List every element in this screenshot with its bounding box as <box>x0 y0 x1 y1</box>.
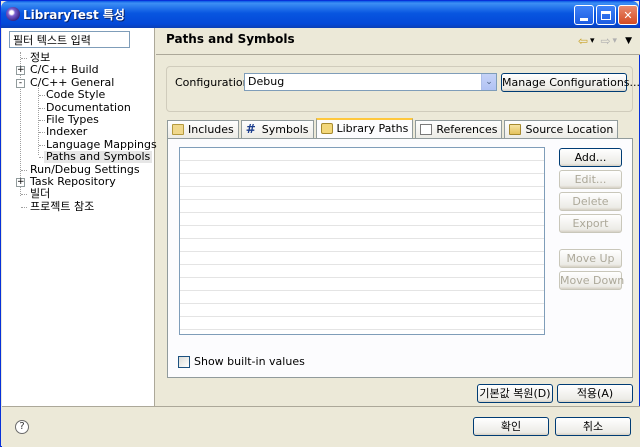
page-title: Paths and Symbols <box>166 32 295 46</box>
tree-item-label: Documentation <box>46 100 131 114</box>
minimize-icon <box>580 17 588 21</box>
tab-label: Source Location <box>525 123 614 136</box>
tab-library-paths[interactable]: Library Paths <box>315 118 414 138</box>
show-builtin-checkbox[interactable] <box>178 355 190 368</box>
tab-label: References <box>436 123 498 136</box>
restore-defaults-button[interactable]: 기본값 복원(D) <box>477 384 553 403</box>
close-icon: ✕ <box>623 8 633 22</box>
tree-item-label: Run/Debug Settings <box>30 162 140 176</box>
page-navigation: ⇦ ▾ ⇨ ▾ ▼ <box>578 34 632 48</box>
delete-button[interactable]: Delete <box>559 192 622 211</box>
tab-label: Symbols <box>261 123 309 136</box>
collapse-minus-icon[interactable]: - <box>16 78 25 88</box>
library-icon <box>320 123 333 134</box>
minimize-button[interactable] <box>574 5 594 25</box>
tree-item-label: Indexer <box>46 125 88 139</box>
cancel-button[interactable]: 취소 <box>555 417 631 436</box>
dialog-footer: ? 확인 취소 <box>2 406 640 447</box>
configuration-value: Debug <box>248 75 285 88</box>
help-icon[interactable]: ? <box>15 420 29 434</box>
edit-button[interactable]: Edit... <box>559 170 622 189</box>
move-down-button[interactable]: Move Down <box>559 271 624 290</box>
apply-button[interactable]: 적용(A) <box>557 384 633 403</box>
manage-configurations-button[interactable]: Manage Configurations... <box>501 73 640 92</box>
category-tree: 정보 + C/C++ Build - C/C++ General Code St… <box>2 51 157 213</box>
properties-dialog: LibraryTest 특성 ✕ 정보 + C/C++ Build - C/C+… <box>0 0 640 447</box>
open-folder-icon <box>509 124 522 135</box>
tree-item-label: Paths and Symbols <box>44 150 153 164</box>
tree-connector <box>21 169 27 171</box>
library-paths-list[interactable] <box>179 147 545 335</box>
eclipse-icon <box>6 7 20 21</box>
tree-connector <box>39 144 45 146</box>
tree-item-builder[interactable]: 빌더 <box>2 188 155 200</box>
add-button[interactable]: Add... <box>559 148 622 167</box>
tree-connector <box>21 206 27 208</box>
window-title: LibraryTest 특성 <box>23 8 125 22</box>
tab-symbols[interactable]: # Symbols <box>240 120 314 138</box>
tree-item-indexer[interactable]: Indexer <box>2 126 155 138</box>
view-menu-icon[interactable]: ▼ <box>625 36 632 46</box>
library-paths-panel: Add... Edit... Delete Export Move Up Mov… <box>167 138 633 378</box>
expand-plus-icon[interactable]: + <box>16 66 25 76</box>
tree-item-label: File Types <box>46 112 99 126</box>
tree-connector <box>21 194 27 196</box>
tree-item-label: 프로젝트 참조 <box>30 199 95 213</box>
tree-connector <box>39 107 45 109</box>
tree-item-code-style[interactable]: Code Style <box>2 89 155 101</box>
filter-input[interactable] <box>9 31 130 48</box>
forward-menu-icon[interactable]: ▾ <box>613 36 618 46</box>
folder-icon <box>172 124 184 135</box>
export-button[interactable]: Export <box>559 214 622 233</box>
document-icon <box>420 124 433 135</box>
tree-connector <box>39 119 45 121</box>
hash-icon: # <box>245 122 256 136</box>
back-arrow-icon[interactable]: ⇦ <box>578 34 588 48</box>
configuration-label: Configuration: <box>175 76 254 89</box>
tree-item-label: C/C++ Build <box>30 63 99 77</box>
maximize-button[interactable] <box>596 5 616 25</box>
tab-includes[interactable]: Includes <box>167 120 239 138</box>
configuration-select[interactable]: Debug ⌄ <box>244 73 497 91</box>
maximize-icon <box>601 10 611 20</box>
tree-item-task-repository[interactable]: + Task Repository <box>2 174 155 188</box>
ok-button[interactable]: 확인 <box>473 417 549 436</box>
tree-item-label: Language Mappings <box>46 137 157 151</box>
title-bar[interactable]: LibraryTest 특성 ✕ <box>1 1 639 28</box>
configuration-group: Configuration: Debug ⌄ Manage Configurat… <box>166 66 640 112</box>
tab-references[interactable]: References <box>415 120 503 138</box>
tree-item-label: C/C++ General <box>30 75 115 89</box>
show-builtin-values[interactable]: Show built-in values <box>178 355 305 368</box>
tree-connector <box>21 58 27 59</box>
tree-item-paths-and-symbols[interactable]: Paths and Symbols <box>2 150 155 164</box>
page-header: Paths and Symbols ⇦ ▾ ⇨ ▾ ▼ <box>156 28 640 55</box>
tree-item-label: 정보 <box>30 51 51 64</box>
tab-label: Library Paths <box>336 122 409 135</box>
move-up-button[interactable]: Move Up <box>559 249 622 268</box>
expand-plus-icon[interactable]: + <box>16 177 25 187</box>
category-tree-panel: 정보 + C/C++ Build - C/C++ General Code St… <box>2 28 157 406</box>
tree-item-label: 빌더 <box>30 187 51 201</box>
tree-item-label: Task Repository <box>30 174 116 188</box>
tree-item-project-references[interactable]: 프로젝트 참조 <box>2 199 155 213</box>
tab-bar: Includes # Symbols Library Paths Referen… <box>167 118 620 138</box>
show-builtin-label: Show built-in values <box>194 355 305 368</box>
tree-connector <box>39 132 45 134</box>
close-button[interactable]: ✕ <box>618 5 638 25</box>
tree-item-label: Code Style <box>46 88 106 102</box>
chevron-down-icon[interactable]: ⌄ <box>481 74 496 90</box>
forward-arrow-icon[interactable]: ⇨ <box>600 34 610 48</box>
tree-item-cpp-build[interactable]: + C/C++ Build <box>2 64 155 76</box>
tab-label: Includes <box>188 123 234 136</box>
tab-source-location[interactable]: Source Location <box>504 120 619 138</box>
tree-connector <box>39 95 45 97</box>
back-menu-icon[interactable]: ▾ <box>590 36 595 46</box>
